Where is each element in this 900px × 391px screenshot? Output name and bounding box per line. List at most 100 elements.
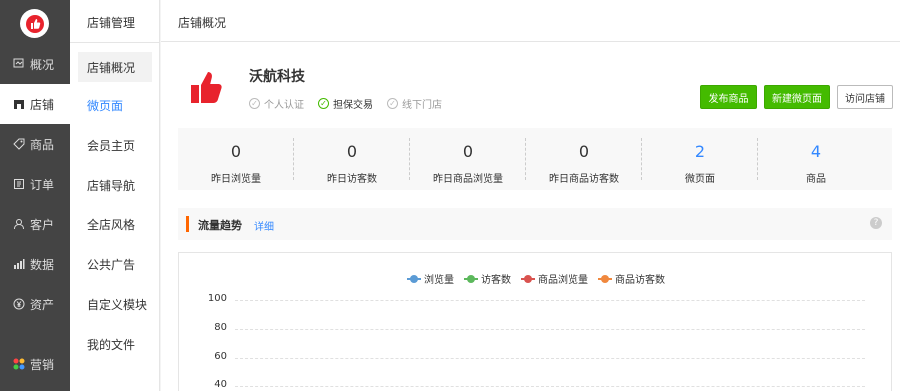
shop-icon [13, 98, 25, 110]
nav-item-orders[interactable]: 订单 [0, 164, 70, 204]
legend-swatch [598, 274, 612, 284]
trend-header: 流量趋势 详细 ? [178, 208, 892, 240]
nav-label: 店铺 [30, 97, 55, 112]
nav-label: 营销 [30, 357, 55, 372]
grid-line [235, 358, 865, 359]
publish-goods-button[interactable]: 发布商品 [700, 85, 757, 109]
main-nav: 概况 店铺 商品 订单 客户 数据 资产 营销 [0, 0, 70, 391]
submenu-item-my-files[interactable]: 我的文件 [78, 329, 152, 359]
stat-value: 0 [230, 142, 242, 161]
legend-swatch [407, 274, 421, 284]
shop-submenu: 店铺管理 店铺概况 微页面 会员主页 店铺导航 全店风格 公共广告 自定义模块 … [70, 0, 160, 391]
legend-item-goods-views[interactable]: 商品浏览量 [521, 271, 588, 286]
legend-item-goods-visitors[interactable]: 商品访客数 [598, 271, 665, 286]
app-logo[interactable] [20, 9, 49, 38]
submenu-item-member-home[interactable]: 会员主页 [78, 130, 152, 160]
nav-label: 概况 [30, 57, 55, 72]
nav-item-overview[interactable]: 概况 [0, 44, 70, 84]
grid-line [235, 386, 865, 387]
nav-item-marketing[interactable]: 营销 [0, 344, 70, 384]
new-micropage-button[interactable]: 新建微页面 [764, 85, 830, 109]
stat-label: 昨日商品访客数 [549, 174, 619, 185]
chart-legend: 浏览量 访客数 商品浏览量 商品访客数 [407, 271, 665, 286]
nav-item-customers[interactable]: 客户 [0, 204, 70, 244]
certification-list: ✓ 个人认证 ✓ 担保交易 ✓ 线下门店 [249, 96, 442, 111]
visit-shop-button[interactable]: 访问店铺 [837, 85, 893, 109]
nav-label: 商品 [30, 137, 55, 152]
legend-swatch [464, 274, 478, 284]
stat-value[interactable]: 2 [642, 142, 758, 161]
stat-label: 商品 [806, 174, 826, 185]
stat-visitors: 0 昨日访客数 [294, 128, 410, 190]
nav-item-shop[interactable]: 店铺 [0, 84, 70, 124]
y-tick-label: 60 [214, 351, 227, 362]
cert-label: 担保交易 [333, 100, 373, 111]
nav-label: 订单 [30, 177, 55, 192]
submenu-item-overview[interactable]: 店铺概况 [78, 52, 152, 82]
stat-page-views: 0 昨日浏览量 [178, 128, 294, 190]
trend-detail-link[interactable]: 详细 [254, 218, 274, 233]
nav-label: 数据 [30, 257, 55, 272]
user-icon [13, 218, 25, 230]
stat-micropages[interactable]: 2 微页面 [642, 128, 758, 190]
cert-label: 个人认证 [264, 100, 304, 111]
submenu-item-public-ads[interactable]: 公共广告 [78, 249, 152, 279]
nav-label: 客户 [30, 217, 55, 232]
yen-icon [13, 298, 25, 310]
thumbs-up-logo-icon [25, 14, 44, 33]
cert-label: 线下门店 [402, 100, 442, 111]
top-bar: 店铺概况 [161, 0, 900, 42]
legend-label: 浏览量 [424, 275, 454, 286]
overview-icon [13, 58, 25, 70]
grid-line [235, 329, 865, 330]
y-tick-label: 40 [214, 379, 227, 390]
stat-value: 0 [346, 142, 358, 161]
cert-personal[interactable]: ✓ 个人认证 [249, 96, 304, 111]
legend-label: 访客数 [481, 275, 511, 286]
legend-swatch [521, 274, 535, 284]
breadcrumb: 店铺概况 [178, 16, 227, 30]
trend-chart: 浏览量 访客数 商品浏览量 商品访客数 100 80 60 40 [178, 252, 892, 391]
order-icon [13, 178, 25, 190]
y-tick-label: 100 [207, 293, 227, 304]
stat-goods[interactable]: 4 商品 [758, 128, 874, 190]
check-circle-icon: ✓ [249, 98, 260, 109]
submenu-item-custom-module[interactable]: 自定义模块 [78, 289, 152, 319]
help-icon[interactable]: ? [870, 217, 882, 229]
stats-panel: 0 昨日浏览量 0 昨日访客数 0 昨日商品浏览量 0 昨日商品访客数 2 微页… [178, 128, 892, 190]
stat-label: 昨日商品浏览量 [433, 174, 503, 185]
main-content: 沃航科技 ✓ 个人认证 ✓ 担保交易 ✓ 线下门店 发布商品 新建微页面 访问店… [161, 42, 900, 391]
y-tick-label: 80 [214, 322, 227, 333]
shop-logo [189, 70, 223, 106]
check-circle-icon: ✓ [387, 98, 398, 109]
submenu-item-shop-nav[interactable]: 店铺导航 [78, 170, 152, 200]
bar-chart-icon [13, 258, 25, 270]
nav-label: 资产 [30, 297, 55, 312]
app-root: 概况 店铺 商品 订单 客户 数据 资产 营销 店铺管理 店铺概况 微页面 会员… [0, 0, 900, 391]
stat-goods-views: 0 昨日商品浏览量 [410, 128, 526, 190]
stat-goods-visitors: 0 昨日商品访客数 [526, 128, 642, 190]
legend-item-visitors[interactable]: 访客数 [464, 271, 511, 286]
nav-item-goods[interactable]: 商品 [0, 124, 70, 164]
stat-value: 0 [462, 142, 474, 161]
tag-icon [13, 138, 25, 150]
legend-label: 商品浏览量 [538, 275, 588, 286]
cert-offline-store[interactable]: ✓ 线下门店 [387, 96, 442, 111]
legend-label: 商品访客数 [615, 275, 665, 286]
legend-item-page-views[interactable]: 浏览量 [407, 271, 454, 286]
thumbs-up-icon [191, 72, 222, 103]
stat-value[interactable]: 4 [758, 142, 874, 161]
submenu-item-micropage[interactable]: 微页面 [78, 90, 152, 120]
grid-line [235, 300, 865, 301]
apps-icon [13, 358, 25, 370]
section-marker [186, 216, 189, 232]
nav-item-data[interactable]: 数据 [0, 244, 70, 284]
cert-guarantee[interactable]: ✓ 担保交易 [318, 96, 373, 111]
nav-item-assets[interactable]: 资产 [0, 284, 70, 324]
stat-label: 微页面 [685, 174, 715, 185]
submenu-title: 店铺管理 [87, 16, 136, 30]
stat-value: 0 [578, 142, 590, 161]
submenu-item-style[interactable]: 全店风格 [78, 209, 152, 239]
check-circle-icon: ✓ [318, 98, 329, 109]
stat-label: 昨日访客数 [327, 174, 377, 185]
